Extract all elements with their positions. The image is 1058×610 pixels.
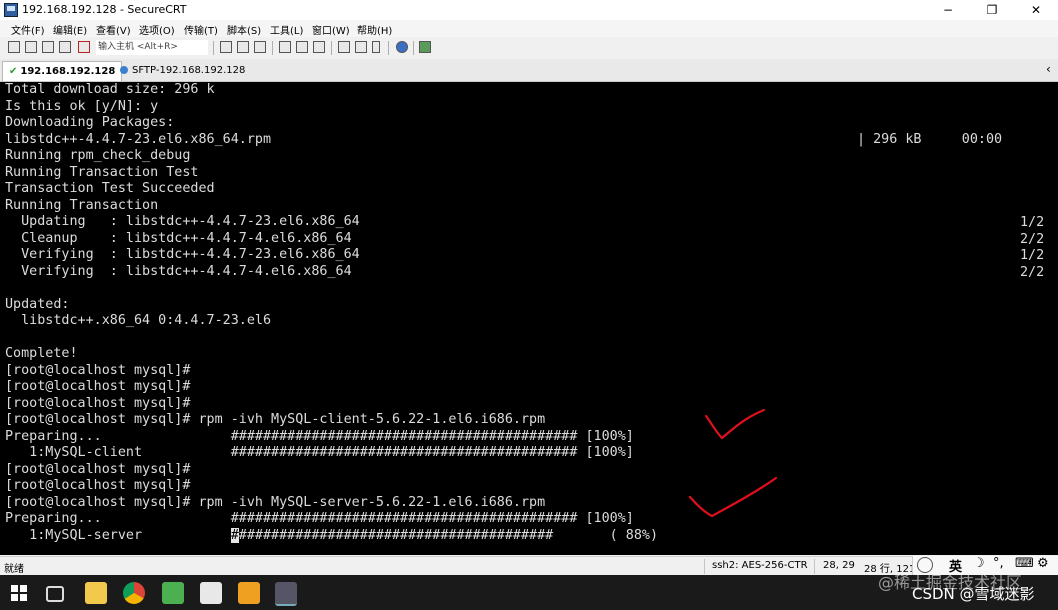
copy-icon[interactable]: [220, 41, 232, 53]
tab-sftp-192-168-192-128[interactable]: SFTP-192.168.192.128: [114, 61, 251, 81]
terminal-line: 1:MySQL-client #########################…: [5, 445, 634, 460]
terminal-line: [root@localhost mysql]#: [5, 362, 191, 378]
terminal-cursor: #: [230, 527, 239, 543]
terminal-line-current: 1:MySQL-server #########################…: [5, 527, 1058, 545]
menu-help[interactable]: 帮助(H): [357, 22, 392, 37]
settings-icon[interactable]: ⚙: [1037, 556, 1049, 571]
terminal-line: [root@localhost mysql]#: [5, 461, 191, 477]
menu-edit[interactable]: 编辑(E): [53, 22, 87, 37]
transaction-counter: 2/2: [1020, 231, 1045, 247]
paste-icon[interactable]: [237, 41, 249, 53]
tab-label: 192.168.192.128: [20, 66, 116, 77]
progress-hashes: ####################################### …: [238, 527, 659, 543]
print-icon[interactable]: [313, 41, 325, 53]
toolbar-separator: [413, 41, 414, 55]
status-separator: [704, 559, 705, 574]
host-input[interactable]: 输入主机 <Alt+R>: [96, 40, 208, 55]
session-tab-bar: ✔ 192.168.192.128 SFTP-192.168.192.128 ‹: [0, 59, 1058, 82]
terminal-line: Preparing... ###########################…: [5, 511, 634, 526]
sftp-icon[interactable]: [419, 41, 431, 53]
task-view-icon[interactable]: [46, 586, 64, 602]
typora-icon[interactable]: [200, 582, 222, 604]
app-icon[interactable]: [238, 582, 260, 604]
terminal-line: Running rpm_check_debug: [5, 148, 191, 163]
securecrt-taskbar-icon[interactable]: [275, 582, 297, 606]
quick-connect-icon[interactable]: [25, 41, 37, 53]
terminal-line: libstdc++.x86_64 0:4.4.7-23.el6: [5, 313, 272, 328]
terminal-line: Preparing... ###########################…: [5, 428, 634, 444]
windows-start-icon[interactable]: [11, 585, 27, 601]
transaction-counter: 1/2: [1020, 215, 1045, 230]
terminal-line: Downloading Packages:: [5, 115, 175, 130]
session-options-icon[interactable]: [338, 41, 350, 53]
transaction-counter: 2/2: [1020, 264, 1045, 280]
download-progress: | 296 kB 00:00: [857, 132, 1003, 147]
toolbar-separator: [331, 41, 332, 55]
print-preview-icon[interactable]: [296, 41, 308, 53]
menu-script[interactable]: 脚本(S): [227, 22, 261, 37]
global-options-icon[interactable]: [355, 41, 367, 53]
terminal-line: [root@localhost mysql]#: [5, 379, 191, 394]
menu-file[interactable]: 文件(F): [11, 22, 45, 37]
reconnect-icon[interactable]: [59, 41, 71, 53]
print-setup-icon[interactable]: [279, 41, 291, 53]
maximize-button[interactable]: ❐: [970, 0, 1014, 20]
notepad-icon[interactable]: [162, 582, 184, 604]
terminal-line: Transaction Test Succeeded: [5, 181, 215, 196]
menu-view[interactable]: 查看(V): [96, 22, 131, 37]
terminal-output: Total download size: 296 k Is this ok [y…: [5, 82, 1058, 544]
terminal-line: 1:MySQL-server: [5, 527, 231, 543]
terminal-line: Total download size: 296 k: [5, 82, 215, 97]
help-icon[interactable]: [396, 41, 408, 53]
toolbar-separator: [388, 41, 389, 55]
sftp-tab-icon: [120, 66, 128, 74]
minimize-button[interactable]: −: [926, 0, 970, 20]
terminal-line: Running Transaction: [5, 197, 159, 213]
terminal-line: Running Transaction Test: [5, 164, 199, 180]
chrome-icon[interactable]: [123, 582, 145, 604]
keymap-icon[interactable]: [372, 41, 380, 53]
toolbar-separator: [272, 41, 273, 55]
terminal-screen[interactable]: Total download size: 296 k Is this ok [y…: [0, 82, 1058, 555]
connected-check-icon: ✔: [9, 66, 18, 77]
tab-scroll-left-icon[interactable]: ‹: [1046, 62, 1051, 76]
tab-session-192-168-192-128[interactable]: ✔ 192.168.192.128: [2, 61, 123, 81]
terminal-line: Verifying : libstdc++-4.4.7-23.el6.x86_6…: [5, 247, 360, 262]
menu-options[interactable]: 选项(O): [139, 22, 175, 37]
connect-in-tab-icon[interactable]: [42, 41, 54, 53]
status-cipher: ssh2: AES-256-CTR: [712, 560, 808, 571]
terminal-line: [root@localhost mysql]#: [5, 478, 191, 493]
csdn-watermark: CSDN @雪域迷影: [912, 585, 1035, 603]
toolbar: 输入主机 <Alt+R>: [0, 37, 1058, 60]
find-icon[interactable]: [254, 41, 266, 53]
terminal-line: [root@localhost mysql]#: [5, 395, 191, 411]
status-cursor-position: 28, 29: [823, 560, 855, 571]
terminal-line: Updating : libstdc++-4.4.7-23.el6.x86_64: [5, 214, 360, 229]
terminal-line: [root@localhost mysql]# rpm -ivh MySQL-c…: [5, 412, 546, 427]
transaction-counter: 1/2: [1020, 248, 1045, 263]
securecrt-app-icon: [4, 3, 18, 17]
terminal-line: [root@localhost mysql]# rpm -ivh MySQL-s…: [5, 494, 546, 510]
tab-label: SFTP-192.168.192.128: [132, 65, 246, 76]
file-explorer-icon[interactable]: [85, 582, 107, 604]
menu-bar: 文件(F) 编辑(E) 查看(V) 选项(O) 传输(T) 脚本(S) 工具(L…: [0, 20, 1058, 37]
terminal-line: Cleanup : libstdc++-4.4.7-4.el6.x86_64: [5, 230, 352, 246]
status-separator: [814, 559, 815, 574]
terminal-line: Verifying : libstdc++-4.4.7-4.el6.x86_64: [5, 263, 352, 279]
terminal-line: Updated:: [5, 296, 70, 312]
close-button[interactable]: ✕: [1014, 0, 1058, 20]
connect-icon[interactable]: [8, 41, 20, 53]
title-bar: 192.168.192.128 - SecureCRT − ❐ ✕: [0, 0, 1058, 21]
toolbar-separator: [213, 41, 214, 55]
window-title: 192.168.192.128 - SecureCRT: [22, 3, 187, 16]
terminal-line: Is this ok [y/N]: y: [5, 98, 159, 114]
terminal-line: Complete!: [5, 346, 78, 361]
menu-transfer[interactable]: 传输(T): [184, 22, 218, 37]
menu-window[interactable]: 窗口(W): [312, 22, 350, 37]
status-ready: 就绪: [4, 564, 24, 575]
menu-tools[interactable]: 工具(L): [270, 22, 303, 37]
disconnect-icon[interactable]: [78, 41, 90, 53]
